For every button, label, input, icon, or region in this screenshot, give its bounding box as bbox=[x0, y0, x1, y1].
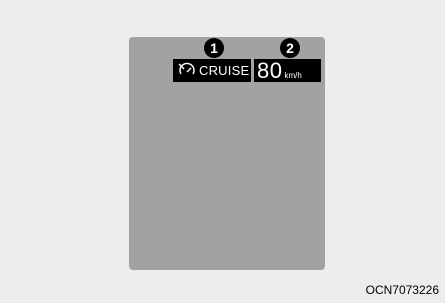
set-speed-display: 80 km/h bbox=[254, 59, 321, 82]
figure-code: OCN7073226 bbox=[365, 283, 439, 297]
cruise-indicator: CRUISE bbox=[173, 59, 251, 82]
callout-marker-1: 1 bbox=[204, 38, 224, 58]
set-speed-value: 80 bbox=[257, 58, 283, 83]
cruise-label: CRUISE bbox=[199, 63, 250, 78]
cruise-control-icon bbox=[177, 61, 197, 81]
callout-marker-2: 2 bbox=[280, 38, 300, 58]
set-speed-unit: km/h bbox=[284, 71, 302, 80]
